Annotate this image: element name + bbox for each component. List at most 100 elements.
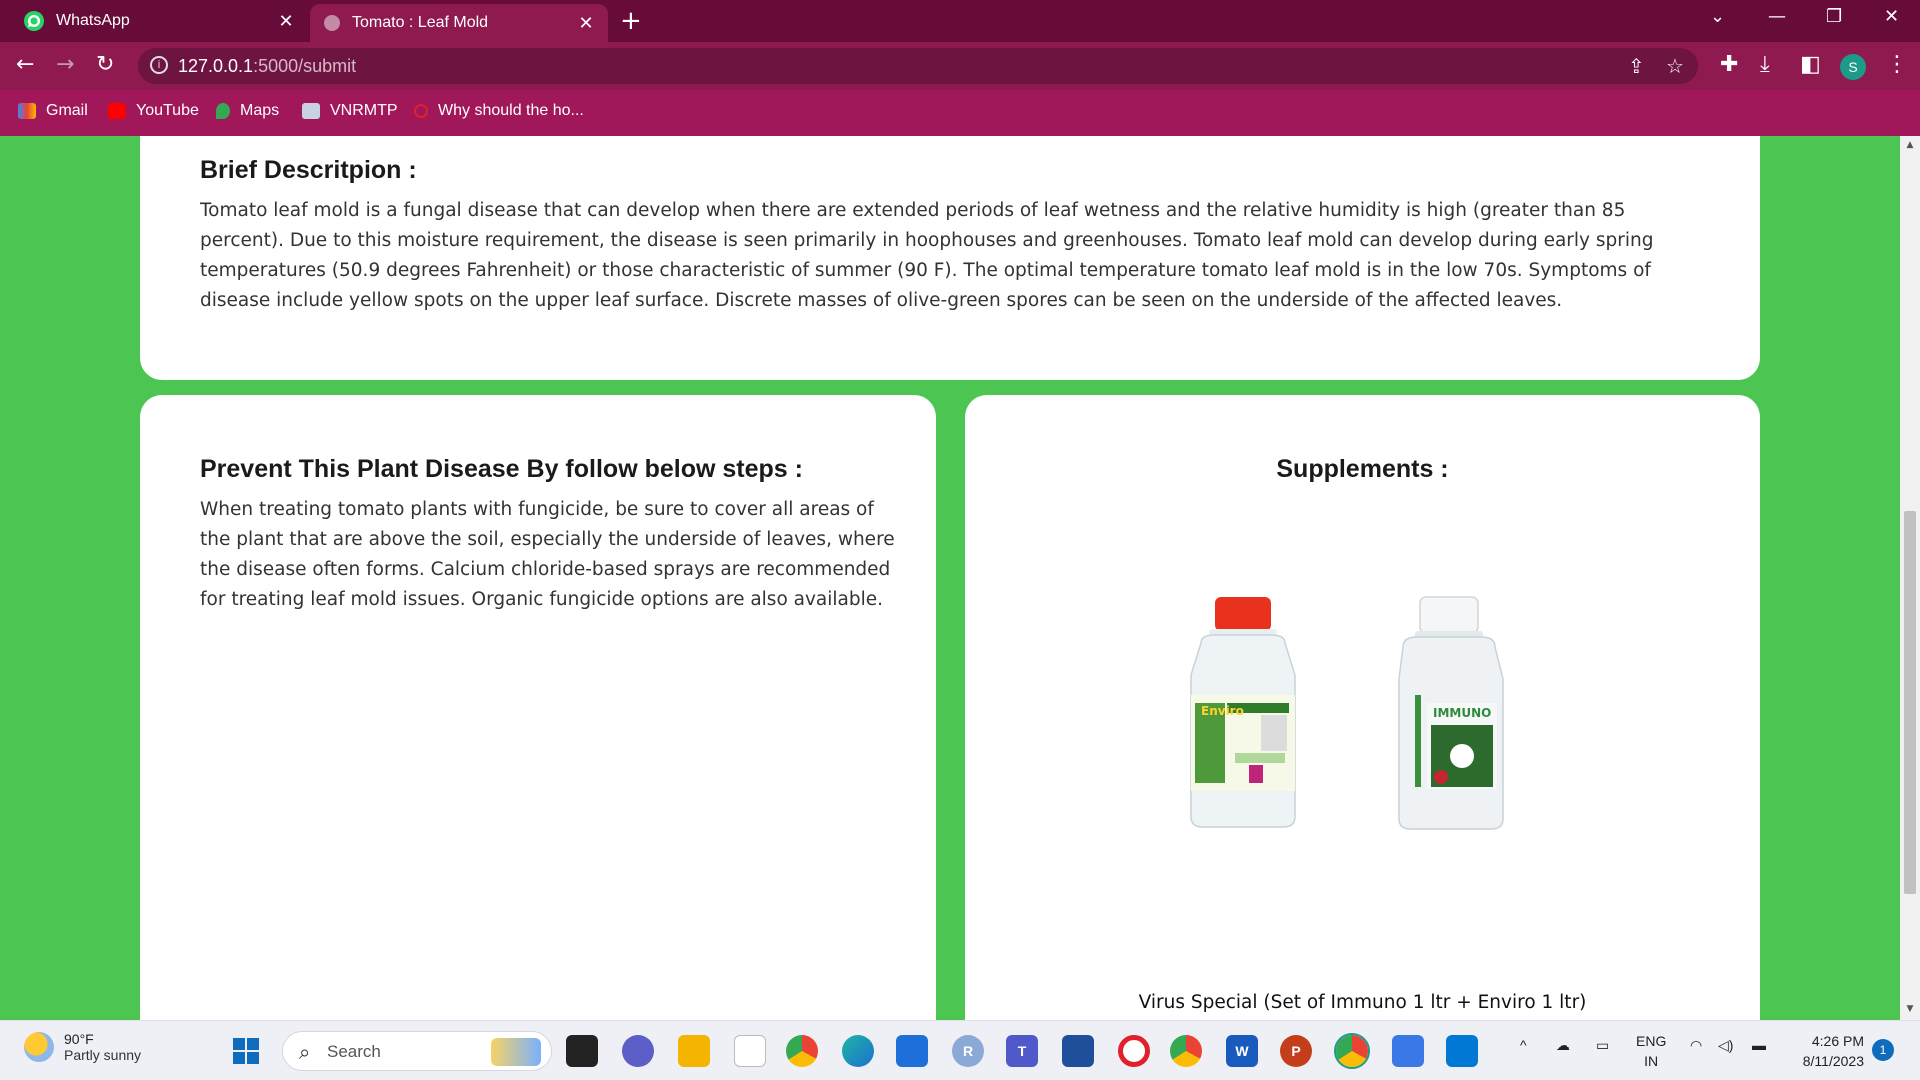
- bookmark-label: Maps: [240, 102, 280, 119]
- bookmark-label: VNRMTP: [330, 102, 398, 119]
- scrollbar-thumb[interactable]: [1904, 511, 1916, 894]
- volume-icon[interactable]: ◁): [1718, 1037, 1733, 1054]
- language-code: ENG: [1636, 1033, 1667, 1049]
- weather-widget[interactable]: 90°F Partly sunny: [24, 1031, 141, 1063]
- notes-icon[interactable]: [1392, 1035, 1424, 1067]
- powerpoint-icon[interactable]: P: [1280, 1035, 1312, 1067]
- weather-temp: 90°F: [64, 1031, 94, 1047]
- supplements-card: Supplements : Enviro IMMUNO Virus Specia…: [965, 395, 1760, 1020]
- description-text: Tomato leaf mold is a fungal disease tha…: [200, 200, 1654, 311]
- opera-icon: [414, 104, 428, 118]
- url-text[interactable]: 127.0.0.1:5000/submit: [178, 56, 356, 77]
- clock-time: 4:26 PM: [1811, 1033, 1864, 1049]
- edge-icon[interactable]: [842, 1035, 874, 1067]
- close-tab-icon[interactable]: ✕: [572, 13, 600, 34]
- side-panel-icon[interactable]: ◧: [1800, 52, 1821, 77]
- browser-toolbar: ← → ↻ i 127.0.0.1:5000/submit ⇪ ☆ ✚ ⤓ ◧ …: [0, 42, 1920, 90]
- reload-icon[interactable]: ↻: [96, 52, 114, 77]
- r-app-icon[interactable]: R: [952, 1035, 984, 1067]
- bookmark-why-should[interactable]: Why should the ho...: [414, 102, 584, 120]
- word-icon[interactable]: W: [1226, 1035, 1258, 1067]
- search-placeholder: Search: [327, 1042, 381, 1061]
- store-icon[interactable]: [1062, 1035, 1094, 1067]
- prevention-text: When treating tomato plants with fungici…: [200, 499, 895, 610]
- globe-icon: [324, 15, 340, 31]
- youtube-icon: [108, 103, 126, 119]
- bookmark-star-icon[interactable]: ☆: [1666, 54, 1684, 78]
- site-info-icon[interactable]: i: [150, 56, 168, 74]
- tab-strip: WhatsApp ✕ Tomato : Leaf Mold ✕ + ⌄ — ❐ …: [0, 0, 1920, 42]
- tab-title: WhatsApp: [56, 12, 130, 29]
- download-icon[interactable]: ⤓: [1760, 52, 1770, 77]
- supplements-heading: Supplements :: [1276, 455, 1449, 483]
- profile-avatar[interactable]: S: [1840, 54, 1866, 80]
- forward-arrow-icon[interactable]: →: [56, 52, 74, 77]
- bookmark-label: YouTube: [136, 102, 199, 119]
- tab-whatsapp[interactable]: WhatsApp ✕: [10, 0, 308, 42]
- product-name[interactable]: Virus Special (Set of Immuno 1 ltr + Env…: [965, 988, 1760, 1018]
- new-tab-icon[interactable]: +: [620, 6, 642, 36]
- tab-title: Tomato : Leaf Mold: [352, 14, 489, 31]
- windows-taskbar: 90°F Partly sunny ⌕ Search R T W P ^ ☁ ▭…: [0, 1020, 1920, 1080]
- bookmarks-bar: Gmail YouTube Maps VNRMTP Why should the…: [0, 90, 1920, 136]
- bookmark-youtube[interactable]: YouTube: [108, 102, 199, 120]
- description-heading: Brief Descritpion :: [200, 156, 417, 184]
- url-host: 127.0.0.1: [178, 56, 254, 76]
- teams-icon[interactable]: T: [1006, 1035, 1038, 1067]
- scroll-up-icon[interactable]: ▲: [1904, 140, 1916, 150]
- extensions-puzzle-icon[interactable]: ✚: [1720, 52, 1738, 77]
- bookmark-label: Gmail: [46, 102, 88, 119]
- restore-icon[interactable]: ❐: [1826, 6, 1842, 27]
- taskbar-search[interactable]: ⌕ Search: [282, 1031, 552, 1071]
- clock[interactable]: 4:26 PM 8/11/2023: [1790, 1031, 1864, 1071]
- mail-icon[interactable]: [896, 1035, 928, 1067]
- tab-leaf-mold[interactable]: Tomato : Leaf Mold ✕: [310, 4, 608, 42]
- notepad-icon[interactable]: [734, 1035, 766, 1067]
- immuno-label: IMMUNO: [1433, 706, 1491, 720]
- share-icon[interactable]: ⇪: [1628, 54, 1645, 78]
- whatsapp-icon: [24, 11, 44, 31]
- search-highlight-icon: [491, 1038, 541, 1066]
- address-bar[interactable]: i 127.0.0.1:5000/submit ⇪ ☆: [138, 48, 1698, 84]
- chrome-icon[interactable]: [786, 1035, 818, 1067]
- gmail-icon: [18, 103, 36, 119]
- wifi-icon[interactable]: ◠: [1690, 1037, 1702, 1054]
- windows-start-icon[interactable]: [230, 1035, 262, 1067]
- chrome-profile-icon[interactable]: [1170, 1035, 1202, 1067]
- prevention-heading: Prevent This Plant Disease By follow bel…: [200, 455, 803, 483]
- menu-kebab-icon[interactable]: ⋮: [1886, 52, 1908, 77]
- page-viewport: Brief Descritpion : Tomato leaf mold is …: [0, 136, 1900, 1020]
- chat-icon[interactable]: [622, 1035, 654, 1067]
- url-path: :5000/submit: [253, 56, 357, 76]
- display-icon[interactable]: ▭: [1596, 1037, 1609, 1054]
- show-hidden-icons-chevron[interactable]: ^: [1520, 1037, 1527, 1053]
- battery-icon[interactable]: ▬: [1752, 1037, 1766, 1053]
- bookmark-label: Why should the ho...: [438, 102, 584, 119]
- clock-date: 8/11/2023: [1802, 1053, 1864, 1069]
- bookmark-gmail[interactable]: Gmail: [18, 102, 88, 120]
- prevention-card: Prevent This Plant Disease By follow bel…: [140, 395, 936, 1020]
- onedrive-icon[interactable]: ☁: [1556, 1037, 1570, 1054]
- minimize-icon[interactable]: —: [1768, 6, 1786, 27]
- scroll-down-icon[interactable]: ▼: [1904, 1004, 1916, 1014]
- vscode-icon[interactable]: [1446, 1035, 1478, 1067]
- close-window-icon[interactable]: ✕: [1884, 6, 1899, 27]
- description-card: Brief Descritpion : Tomato leaf mold is …: [140, 136, 1760, 380]
- close-tab-icon[interactable]: ✕: [272, 11, 300, 32]
- bookmark-vnrmtp[interactable]: VNRMTP: [302, 102, 398, 120]
- partly-sunny-icon: [24, 1032, 54, 1062]
- file-explorer-icon[interactable]: [678, 1035, 710, 1067]
- weather-condition: Partly sunny: [64, 1047, 142, 1063]
- chrome-active-icon[interactable]: [1334, 1033, 1370, 1069]
- maps-pin-icon: [216, 103, 230, 119]
- language-indicator[interactable]: ENG IN: [1636, 1031, 1666, 1071]
- bookmark-maps[interactable]: Maps: [216, 102, 279, 120]
- task-view-icon[interactable]: [566, 1035, 598, 1067]
- page-scrollbar[interactable]: ▲ ▼: [1900, 136, 1920, 1020]
- notification-badge[interactable]: 1: [1872, 1039, 1894, 1061]
- back-arrow-icon[interactable]: ←: [16, 52, 34, 77]
- opera-taskbar-icon[interactable]: [1118, 1035, 1150, 1067]
- enviro-label: Enviro: [1201, 704, 1244, 718]
- tab-search-chevron-icon[interactable]: ⌄: [1710, 6, 1725, 27]
- supplement-product-image: Enviro IMMUNO: [1190, 596, 1504, 830]
